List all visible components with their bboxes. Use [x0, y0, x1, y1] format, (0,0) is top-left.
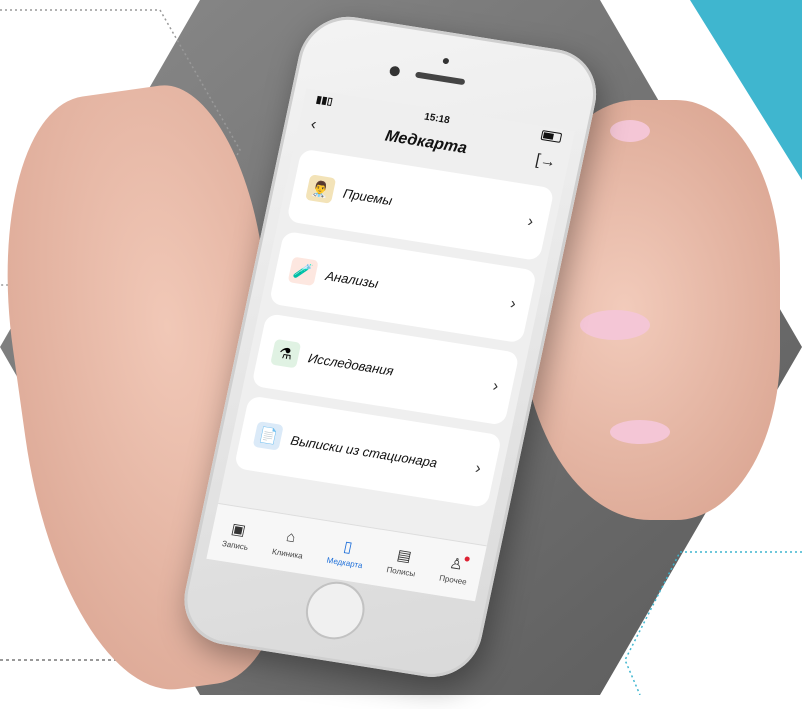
- battery-icon: [540, 130, 563, 143]
- person-icon: ♙: [447, 555, 465, 574]
- menu-item-label: Анализы: [324, 267, 380, 291]
- menu-item-label: Исследования: [306, 349, 396, 379]
- tab-medcard[interactable]: ▯ Медкарта: [326, 535, 368, 570]
- tab-label: Запись: [221, 539, 249, 553]
- tab-policies[interactable]: ▤ Полисы: [386, 545, 421, 579]
- card-icon: ▤: [395, 546, 414, 566]
- app-screen: ▮▮▯ 15:18 ‹ Медкарта [→ 👨‍⚕ Приемы ›: [206, 88, 575, 602]
- front-camera: [388, 65, 401, 77]
- signal-icon: ▮▮▯: [315, 93, 334, 108]
- logout-icon[interactable]: [→: [534, 151, 558, 172]
- home-icon: ⌂: [284, 528, 298, 547]
- page-title: Медкарта: [383, 127, 469, 158]
- earpiece-speaker: [414, 71, 466, 86]
- tab-label: Прочее: [438, 573, 468, 587]
- doctor-icon: 👨‍⚕: [305, 174, 337, 204]
- document-icon: 📄: [252, 421, 284, 451]
- tab-other[interactable]: ♙ Прочее: [438, 553, 471, 587]
- tab-appointment[interactable]: ▣ Запись: [221, 519, 253, 552]
- menu-item-label: Приемы: [341, 185, 394, 208]
- calendar-icon: ▣: [229, 520, 248, 540]
- tab-label: Медкарта: [325, 555, 364, 571]
- tab-clinic[interactable]: ⌂ Клиника: [271, 526, 308, 561]
- chevron-left-icon[interactable]: ‹: [309, 116, 318, 134]
- file-icon: ▯: [342, 538, 354, 557]
- sensor: [442, 57, 450, 65]
- phone-shell: ▮▮▯ 15:18 ‹ Медкарта [→ 👨‍⚕ Приемы ›: [175, 9, 606, 684]
- status-time: 15:18: [423, 110, 451, 126]
- tab-label: Клиника: [271, 547, 304, 561]
- tab-label: Полисы: [385, 565, 417, 579]
- test-tube-icon: 🧪: [287, 256, 319, 287]
- menu-item-label: Выписки из стационара: [289, 432, 439, 470]
- menu-list: 👨‍⚕ Приемы › 🧪 Анализы › ⚗ Исследования …: [226, 139, 564, 509]
- home-button[interactable]: [300, 577, 370, 644]
- flask-icon: ⚗: [270, 338, 302, 369]
- notification-dot: [463, 556, 470, 562]
- phone: ▮▮▯ 15:18 ‹ Медкарта [→ 👨‍⚕ Приемы ›: [175, 9, 640, 684]
